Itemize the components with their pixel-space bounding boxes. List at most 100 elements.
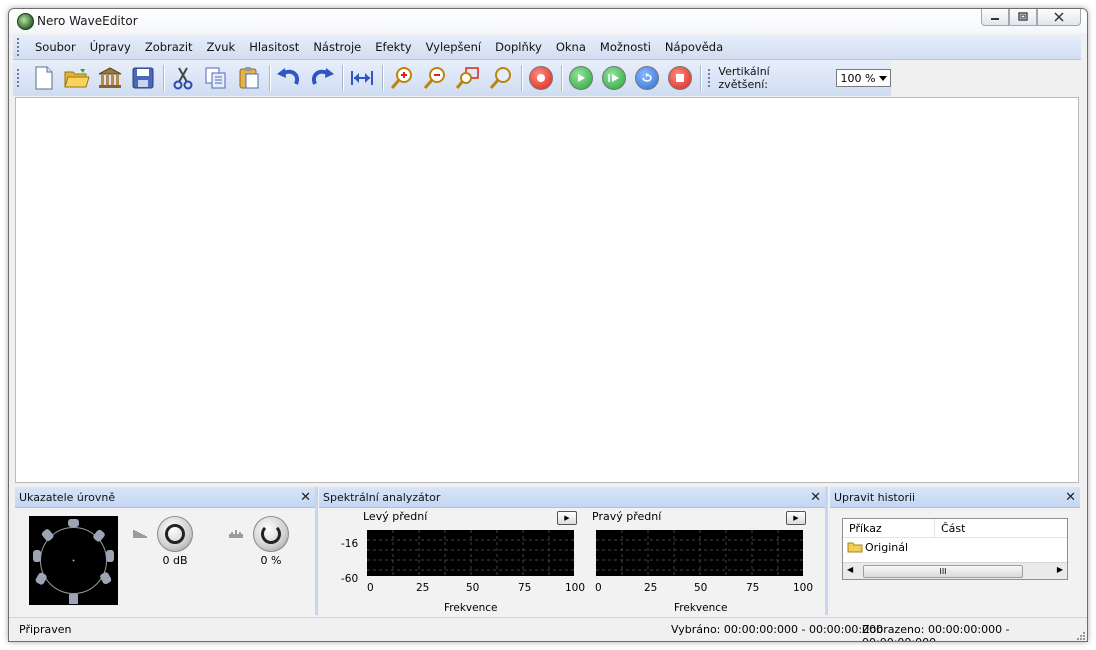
save-button[interactable] — [128, 63, 158, 93]
pan-control: 0 % — [253, 516, 289, 567]
transport-group — [525, 60, 697, 96]
levels-panel-close-icon[interactable]: ✕ — [300, 490, 311, 505]
x-tick-label: 100 — [565, 582, 586, 594]
library-button[interactable] — [95, 63, 125, 93]
cut-button[interactable] — [168, 63, 198, 93]
spectrum-panel-close-icon[interactable]: ✕ — [810, 490, 821, 505]
x-axis-label: Frekvence — [444, 602, 498, 614]
menu-grip[interactable] — [17, 38, 22, 56]
zoom-in-icon — [391, 67, 413, 89]
history-horizontal-scrollbar[interactable]: ◀ III ▶ — [843, 562, 1067, 579]
menu-doplnky[interactable]: Doplňky — [488, 40, 549, 54]
zoom-out-button[interactable] — [420, 63, 450, 93]
levels-panel-title: Ukazatele úrovně — [19, 490, 116, 504]
menu-upravy[interactable]: Úpravy — [83, 40, 138, 54]
new-file-button[interactable] — [29, 63, 59, 93]
play-button[interactable] — [566, 63, 596, 93]
copy-button[interactable] — [201, 63, 231, 93]
menu-zobrazit[interactable]: Zobrazit — [138, 40, 200, 54]
menu-vylepseni[interactable]: Vylepšení — [419, 40, 488, 54]
close-button[interactable] — [1037, 9, 1081, 26]
history-row-command: Originál — [865, 540, 909, 554]
history-panel-header: Upravit historii ✕ — [830, 487, 1080, 508]
pan-value: 0 % — [260, 554, 282, 567]
waveform-area[interactable] — [15, 97, 1079, 483]
menu-nastroje[interactable]: Nástroje — [306, 40, 368, 54]
left-channel-label: Levý přední — [363, 510, 428, 523]
play-icon — [569, 66, 594, 90]
minimize-icon — [991, 18, 999, 20]
scroll-thumb[interactable]: III — [863, 565, 1023, 578]
restore-button[interactable] — [1009, 9, 1037, 26]
panel-splitter[interactable] — [315, 487, 318, 615]
toolbar-separator — [162, 65, 164, 91]
record-button[interactable] — [526, 63, 556, 93]
zoom-fit-button[interactable] — [486, 63, 516, 93]
zoom-group — [386, 60, 518, 96]
menu-napoveda[interactable]: Nápověda — [658, 40, 730, 54]
toolbar-separator — [699, 65, 701, 91]
history-row[interactable]: Originál — [843, 538, 1067, 556]
toolbar-grip[interactable] — [17, 69, 22, 87]
spectrum-panel-body: Levý přední ▶ -16 -60 0 25 50 75 100 Fre… — [319, 508, 825, 616]
toolbar-separator — [381, 65, 383, 91]
toolbar-separator — [341, 65, 343, 91]
menu-moznosti[interactable]: Možnosti — [593, 40, 658, 54]
play-selection-button[interactable] — [599, 63, 629, 93]
zoom-fit-icon — [490, 67, 512, 89]
history-panel-close-icon[interactable]: ✕ — [1065, 490, 1076, 505]
undo-button[interactable] — [274, 63, 304, 93]
vertical-zoom-value: 100 % — [840, 71, 876, 85]
fit-width-button[interactable] — [347, 63, 377, 93]
loop-button[interactable] — [632, 63, 662, 93]
menu-okna[interactable]: Okna — [549, 40, 593, 54]
zoom-selection-icon — [456, 67, 479, 89]
toolbar-separator — [520, 65, 522, 91]
spectrum-panel-header: Spektrální analyzátor ✕ — [319, 487, 825, 508]
history-list[interactable]: Příkaz Část Originál ◀ III ▶ — [842, 518, 1068, 580]
column-header-command[interactable]: Příkaz — [843, 519, 935, 537]
scroll-right-arrow[interactable]: ▶ — [1057, 565, 1063, 574]
restore-icon — [1018, 12, 1028, 21]
speaker-layout-icon — [33, 519, 114, 604]
vertical-zoom-select[interactable]: 100 % — [835, 69, 892, 87]
minimize-button[interactable] — [981, 9, 1009, 26]
left-spectrum-display — [367, 530, 574, 576]
toolbar-separator — [268, 65, 270, 91]
right-channel-play-button[interactable]: ▶ — [786, 511, 806, 525]
menu-zvuk[interactable]: Zvuk — [200, 40, 243, 54]
save-icon — [132, 67, 154, 89]
x-tick-label: 25 — [644, 582, 658, 594]
resize-grip-icon[interactable] — [1075, 630, 1085, 640]
zoom-selection-button[interactable] — [453, 63, 483, 93]
levels-panel: Ukazatele úrovně ✕ 0 dB 0 % — [15, 487, 315, 616]
paste-button[interactable] — [234, 63, 264, 93]
pan-knob[interactable] — [253, 516, 289, 552]
open-button[interactable] — [62, 63, 92, 93]
menu-efekty[interactable]: Efekty — [368, 40, 418, 54]
menu-hlasitost[interactable]: Hlasitost — [242, 40, 306, 54]
status-state: Připraven — [19, 623, 72, 636]
panel-splitter[interactable] — [825, 487, 828, 615]
chevron-down-icon — [879, 75, 888, 81]
gain-knob[interactable] — [157, 516, 193, 552]
x-tick-label: 75 — [746, 582, 760, 594]
levels-panel-header: Ukazatele úrovně ✕ — [15, 487, 315, 508]
toolbar: Vertikální zvětšení: 100 % — [13, 60, 892, 96]
history-panel-title: Upravit historii — [834, 490, 916, 504]
y-tick-label: -60 — [341, 573, 359, 585]
zoom-out-icon — [424, 67, 446, 89]
stop-button[interactable] — [665, 63, 695, 93]
window-title: Nero WaveEditor — [37, 14, 138, 28]
left-channel-play-button[interactable]: ▶ — [557, 511, 577, 525]
file-group — [28, 60, 160, 96]
zoom-toolbar-grip[interactable] — [707, 69, 713, 87]
y-tick-label: -16 — [341, 538, 359, 550]
spectrum-panel: Spektrální analyzátor ✕ Levý přední ▶ -1… — [319, 487, 825, 616]
scroll-left-arrow[interactable]: ◀ — [847, 565, 853, 574]
column-header-part[interactable]: Část — [935, 519, 971, 537]
cut-icon — [173, 67, 193, 90]
redo-button[interactable] — [307, 63, 337, 93]
zoom-in-button[interactable] — [387, 63, 417, 93]
menu-soubor[interactable]: Soubor — [28, 40, 83, 54]
